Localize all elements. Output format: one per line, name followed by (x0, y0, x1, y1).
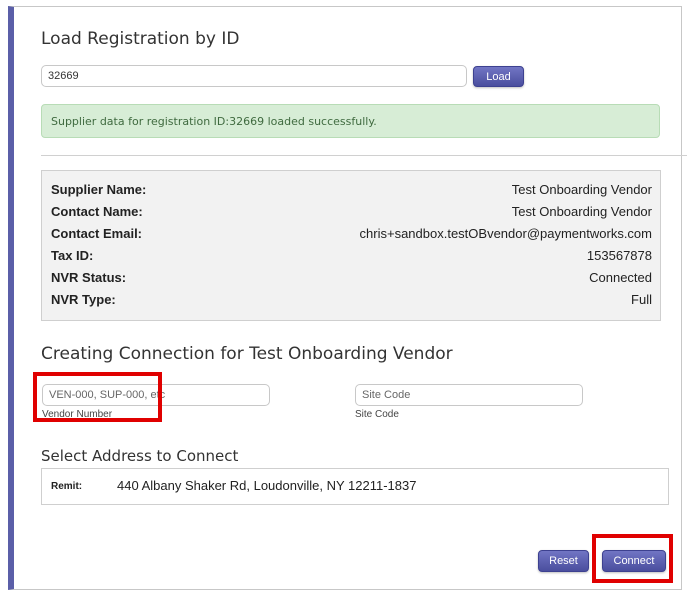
nvr-type-value: Full (631, 292, 652, 307)
nvr-type-label: NVR Type: (51, 292, 116, 307)
divider (41, 155, 687, 156)
success-alert: Supplier data for registration ID:32669 … (41, 104, 660, 138)
contact-email-row: Contact Email: chris+sandbox.testOBvendo… (51, 226, 652, 244)
contact-name-value: Test Onboarding Vendor (511, 204, 652, 219)
site-code-input[interactable] (355, 384, 583, 406)
select-address-heading: Select Address to Connect (41, 447, 239, 465)
supplier-name-value: Test Onboarding Vendor (511, 182, 652, 197)
supplier-info-box: Supplier Name: Test Onboarding Vendor Co… (41, 170, 661, 321)
address-option[interactable]: Remit: 440 Albany Shaker Rd, Loudonville… (41, 468, 669, 505)
load-button[interactable]: Load (473, 66, 524, 87)
nvr-status-row: NVR Status: Connected (51, 270, 652, 288)
supplier-name-row: Supplier Name: Test Onboarding Vendor (51, 182, 652, 200)
site-code-label: Site Code (355, 409, 399, 420)
contact-name-label: Contact Name: (51, 204, 143, 219)
nvr-status-value: Connected (589, 270, 652, 285)
main-panel: Load Registration by ID Load Supplier da… (8, 6, 687, 590)
nvr-type-row: NVR Type: Full (51, 292, 652, 310)
contact-email-label: Contact Email: (51, 226, 143, 241)
vendor-number-input[interactable] (42, 384, 270, 406)
contact-email-value: chris+sandbox.testOBvendor@paymentworks.… (359, 226, 652, 241)
reset-button[interactable]: Reset (538, 550, 589, 572)
creating-connection-heading: Creating Connection for Test Onboarding … (41, 344, 453, 364)
connect-button[interactable]: Connect (602, 550, 666, 572)
tax-id-value: 153567878 (586, 248, 652, 263)
tax-id-row: Tax ID: 153567878 (51, 248, 652, 266)
contact-name-row: Contact Name: Test Onboarding Vendor (51, 204, 652, 222)
load-registration-heading: Load Registration by ID (41, 29, 240, 49)
address-type-label: Remit: (51, 481, 83, 492)
address-text: 440 Albany Shaker Rd, Loudonville, NY 12… (117, 478, 417, 493)
registration-id-input[interactable] (41, 65, 467, 87)
vendor-number-label: Vendor Number (42, 409, 113, 420)
nvr-status-label: NVR Status: (51, 270, 127, 285)
tax-id-label: Tax ID: (51, 248, 94, 263)
supplier-name-label: Supplier Name: (51, 182, 147, 197)
